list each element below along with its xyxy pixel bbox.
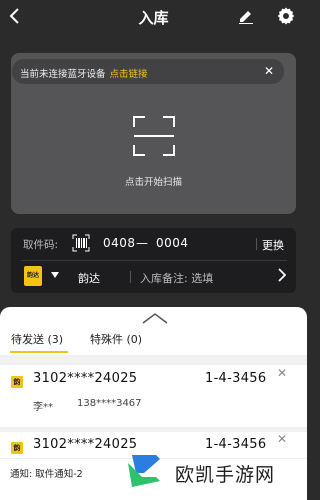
active-tab-indicator [10, 351, 68, 353]
gear-icon[interactable] [277, 7, 295, 25]
close-icon[interactable]: ✕ [277, 432, 287, 446]
page-title: 入库 [138, 9, 169, 27]
barcode-icon[interactable] [72, 234, 90, 252]
bluetooth-connect-link[interactable]: 点击链接 [110, 69, 148, 80]
divider [130, 271, 131, 283]
bluetooth-status-text: 当前未连接蓝牙设备 [20, 69, 106, 80]
pencil-icon[interactable] [238, 8, 254, 24]
shelf-code: 1-4-3456 [205, 371, 267, 386]
watermark-text: 欧凯手游网 [175, 464, 276, 486]
tab-pending[interactable]: 待发送 (3) [11, 331, 63, 347]
courier-name[interactable]: 韵达 [78, 270, 100, 286]
recipient-phone: 138****3467 [77, 398, 142, 409]
divider [21, 260, 287, 261]
scan-start-label[interactable]: 点击开始扫描 [0, 174, 307, 188]
divider [256, 238, 257, 250]
recipient-name: 李** [33, 402, 53, 413]
chevron-up-icon[interactable] [142, 312, 168, 324]
tracking-number: 3102****24025 [33, 437, 138, 452]
pickup-code-label: 取件码: [23, 239, 59, 251]
yunda-logo: 韵达 [24, 266, 42, 286]
chevron-right-icon[interactable] [278, 268, 286, 282]
chevron-down-icon[interactable] [51, 272, 59, 278]
courier-badge: 韵 [11, 442, 23, 454]
notice-text[interactable]: 通知: 取件通知-2 [10, 466, 83, 480]
pickup-code-end[interactable]: 0004 [156, 236, 189, 250]
tab-special[interactable]: 特殊件 (0) [90, 331, 142, 347]
close-icon[interactable]: ✕ [277, 366, 287, 380]
scan-frame-icon[interactable] [132, 115, 176, 157]
app-header: 入库 [0, 0, 307, 34]
pickup-code-start[interactable]: 0408 [103, 236, 136, 250]
remark-field[interactable]: 入库备注: 选填 [140, 270, 213, 286]
change-button[interactable]: 更换 [262, 237, 284, 253]
close-icon[interactable]: ✕ [264, 64, 274, 78]
tracking-number: 3102****24025 [33, 371, 138, 386]
bluetooth-message: 当前未连接蓝牙设备 点击链接 [20, 66, 148, 80]
section-divider [0, 355, 307, 365]
courier-badge: 韵 [11, 376, 23, 388]
watermark-logo [128, 455, 160, 487]
pickup-code-separator: — [136, 236, 148, 250]
shelf-code: 1-4-3456 [205, 437, 267, 452]
